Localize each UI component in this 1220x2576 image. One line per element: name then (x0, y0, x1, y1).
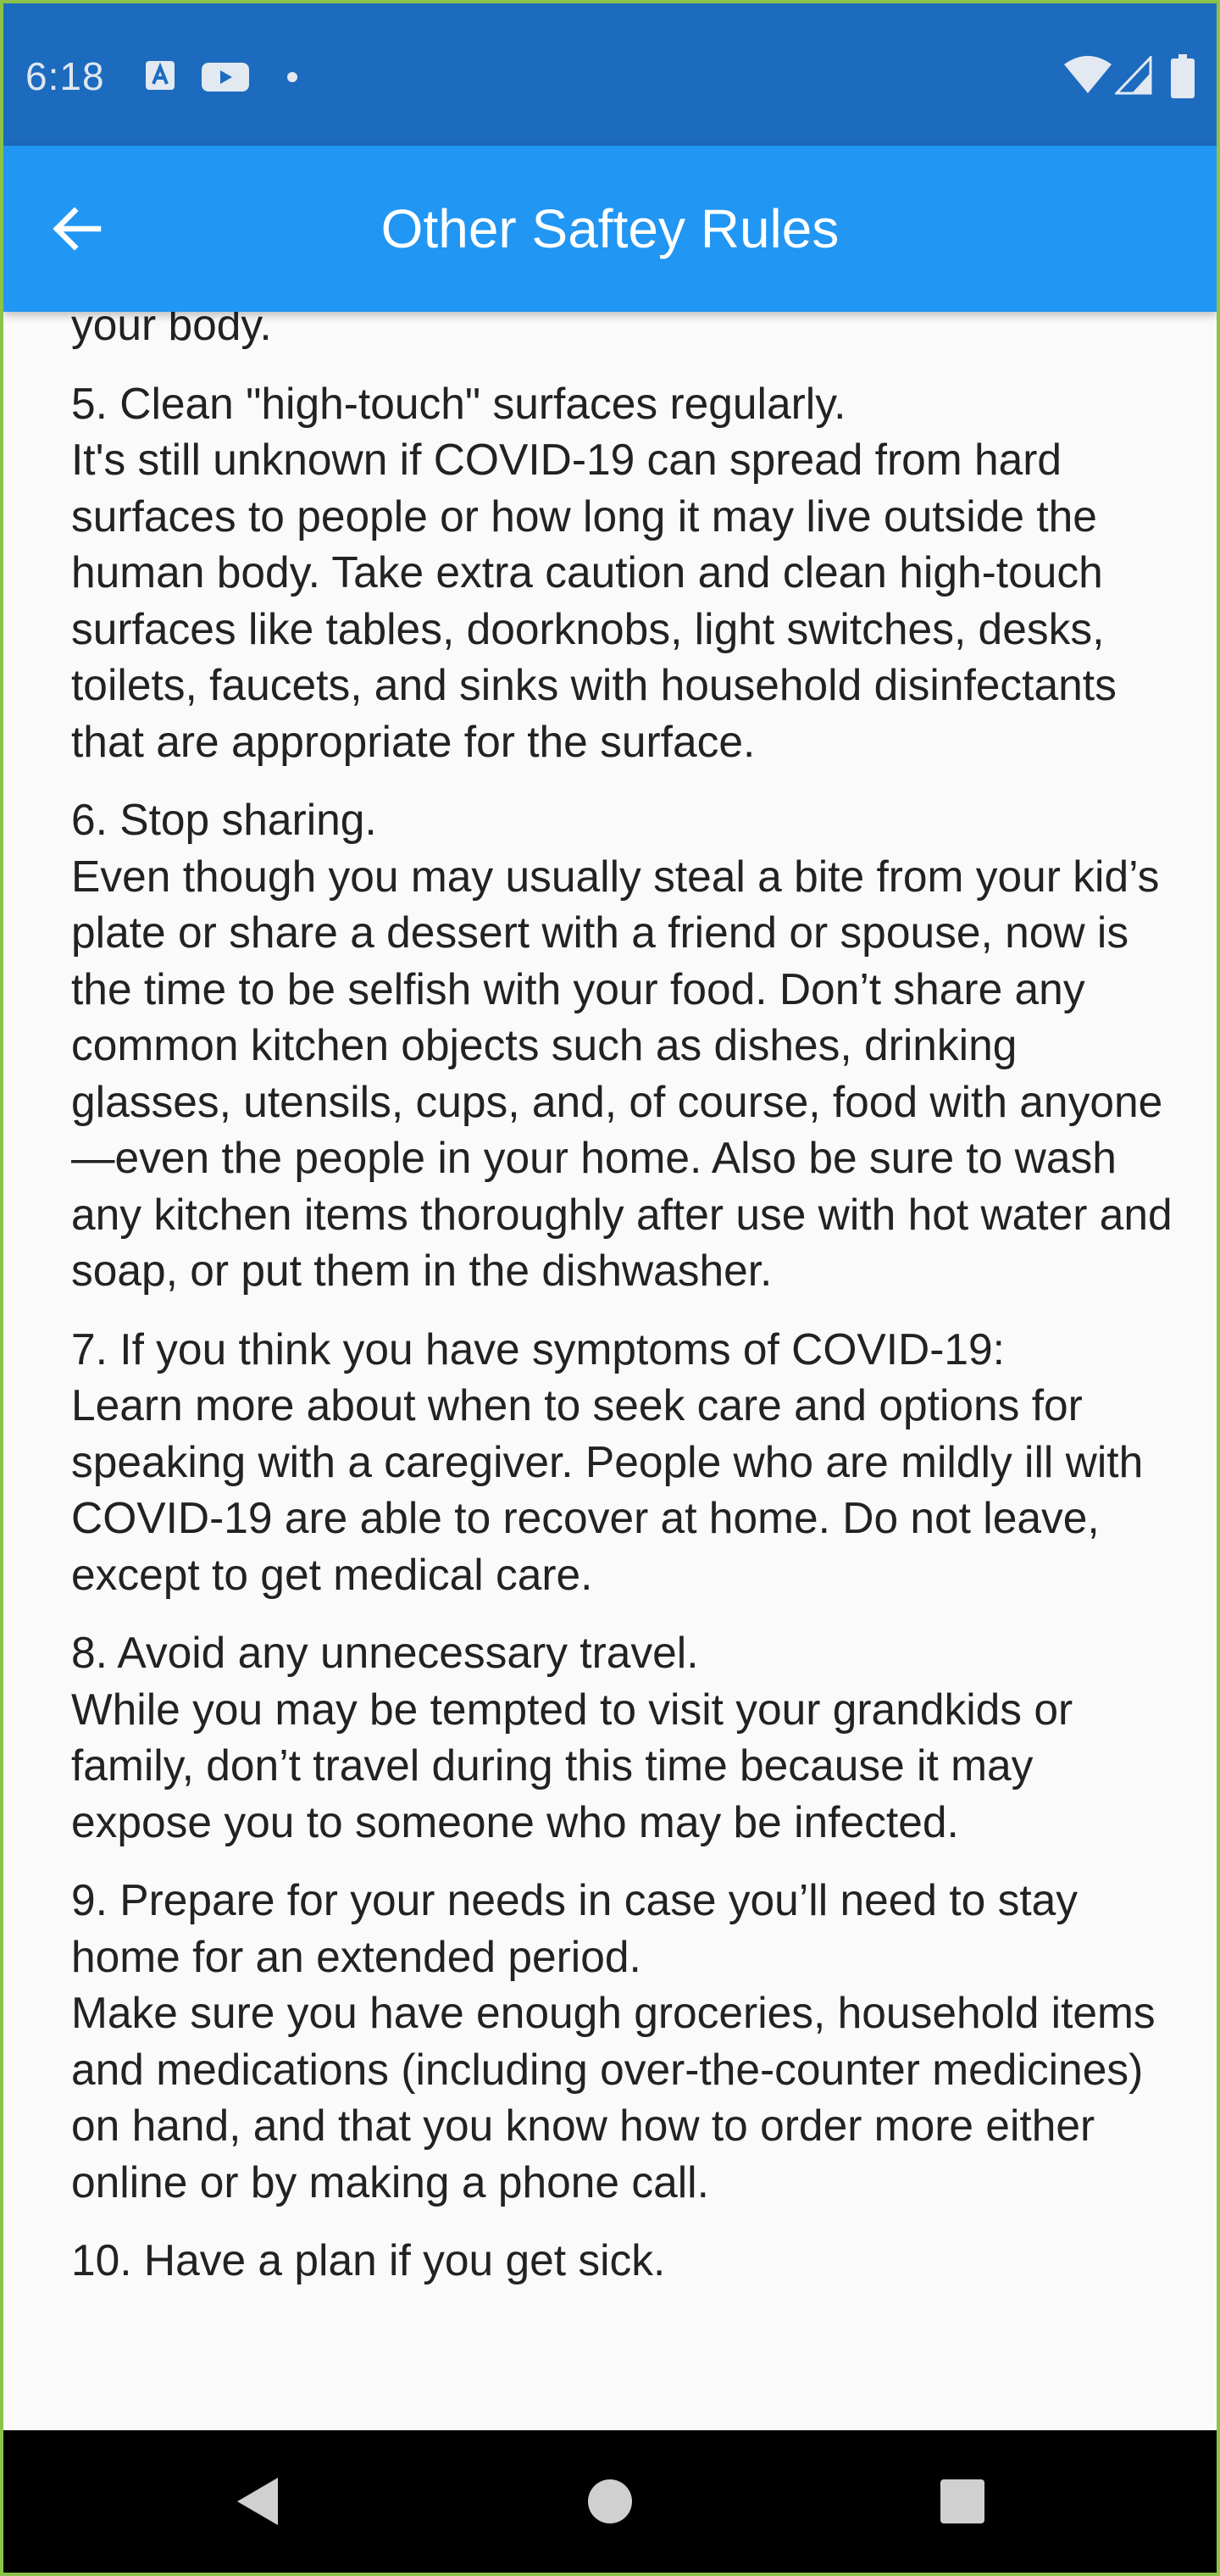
signal-icon (1115, 56, 1152, 95)
a-notification-icon (146, 61, 175, 90)
nav-back-icon (237, 2478, 278, 2525)
youtube-icon (202, 63, 249, 92)
app-screen: 6:18 Other Saftey Rules your body. 5. Cl… (3, 3, 1217, 2573)
status-time: 6:18 (25, 54, 105, 98)
nav-home-button[interactable] (576, 2468, 644, 2535)
rule-item-8: 8. Avoid any unnecessary travel. While y… (71, 1628, 1073, 1846)
rule-text-fragment: your body. (71, 312, 272, 349)
status-bar: 6:18 (3, 3, 1217, 146)
nav-recents-icon (940, 2479, 984, 2523)
rules-list: your body. 5. Clean "high-touch" surface… (71, 312, 1173, 2311)
rule-item-10: 10. Have a plan if you get sick. (71, 2235, 666, 2285)
back-button[interactable] (32, 185, 120, 273)
nav-recents-button[interactable] (929, 2468, 996, 2535)
arrow-back-icon (53, 207, 102, 251)
rule-item-5: 5. Clean "high-touch" surfaces regularly… (71, 378, 1117, 766)
nav-home-icon (588, 2479, 632, 2523)
navigation-bar (3, 2430, 1217, 2573)
dot-icon (287, 72, 297, 82)
app-bar: Other Saftey Rules (3, 146, 1217, 312)
page-title: Other Saftey Rules (380, 198, 840, 259)
rule-item-7: 7. If you think you have symptoms of COV… (71, 1324, 1144, 1599)
nav-back-button[interactable] (224, 2468, 291, 2535)
battery-icon (1171, 54, 1195, 98)
wifi-icon (1064, 56, 1112, 93)
rule-item-9: 9. Prepare for your needs in case you’ll… (71, 1875, 1156, 2207)
rules-content[interactable]: your body. 5. Clean "high-touch" surface… (3, 312, 1217, 2430)
rule-item-6: 6. Stop sharing. Even though you may usu… (71, 795, 1173, 1295)
